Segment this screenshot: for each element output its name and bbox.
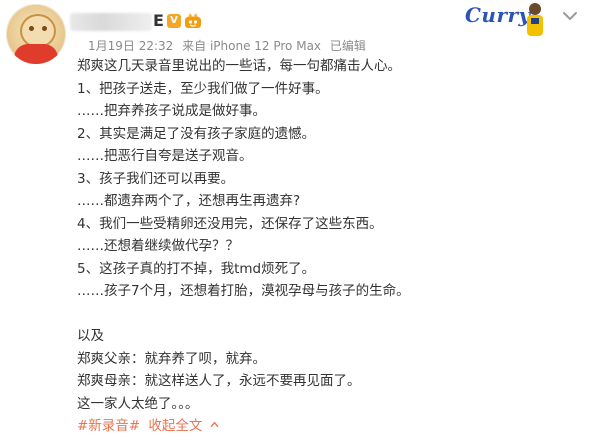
post-line: 郑爽母亲：就这样送人了，永远不要再见面了。 [77,373,361,389]
weibo-post-card: E V 1月19日 22:32 来自 iPhone 12 Pro Max 已编辑… [0,0,593,442]
fan-card-curry[interactable]: Curry [458,0,550,36]
post-line: ……把恶行自夸是送子观音。 [77,148,253,164]
post-line: 5、这孩子真的打不掉，我tmd烦死了。 [77,260,316,277]
post-line: ……把弃养孩子说成是做好事。 [77,103,266,119]
post-edited-label[interactable]: 已编辑 [330,39,366,53]
player-figure-icon [527,3,543,36]
collapse-full-text-link[interactable]: 收起全文 [148,418,202,434]
post-line: ……都遗弃两个了，还想再生再遗弃? [77,193,301,209]
post-footer-links: #新录音# 收起全文 [77,416,219,436]
post-line: 以及 [77,328,104,344]
post-timestamp[interactable]: 1月19日 22:32 [88,39,173,53]
avatar-body [14,44,58,64]
post-meta: 1月19日 22:32 来自 iPhone 12 Pro Max 已编辑 [88,38,371,54]
member-crown-icon[interactable] [184,12,202,29]
post-line: 4、我们一些受精卵还没用完，还保存了这些东西。 [77,215,383,232]
chevron-up-icon[interactable] [210,420,219,429]
post-line: ……孩子7个月，还想着打胎，漠视孕母与孩子的生命。 [77,283,410,299]
username-blurred[interactable] [70,13,152,31]
verified-badge: V [167,14,181,28]
post-line: 2、其实是满足了没有孩子家庭的遗憾。 [77,125,316,142]
chevron-down-icon[interactable] [560,6,580,26]
post-line: 3、孩子我们还可以再要。 [77,170,235,187]
post-line: 郑爽这几天录音里说出的一些话，每一句都痛击人心。 [77,58,401,74]
post-source: 来自 iPhone 12 Pro Max [182,39,322,53]
username[interactable]: E [153,10,164,32]
avatar-face [20,14,56,48]
post-line: 1、把孩子送走，至少我们做了一件好事。 [77,80,329,97]
avatar[interactable] [6,4,66,64]
post-line: 这一家人太绝了。。。 [77,395,199,412]
hashtag-link[interactable]: #新录音# [77,418,140,434]
post-line: 郑爽父亲：就弃养了呗，就弃。 [77,350,266,367]
post-line: ……还想着继续做代孕？？ [77,238,239,254]
